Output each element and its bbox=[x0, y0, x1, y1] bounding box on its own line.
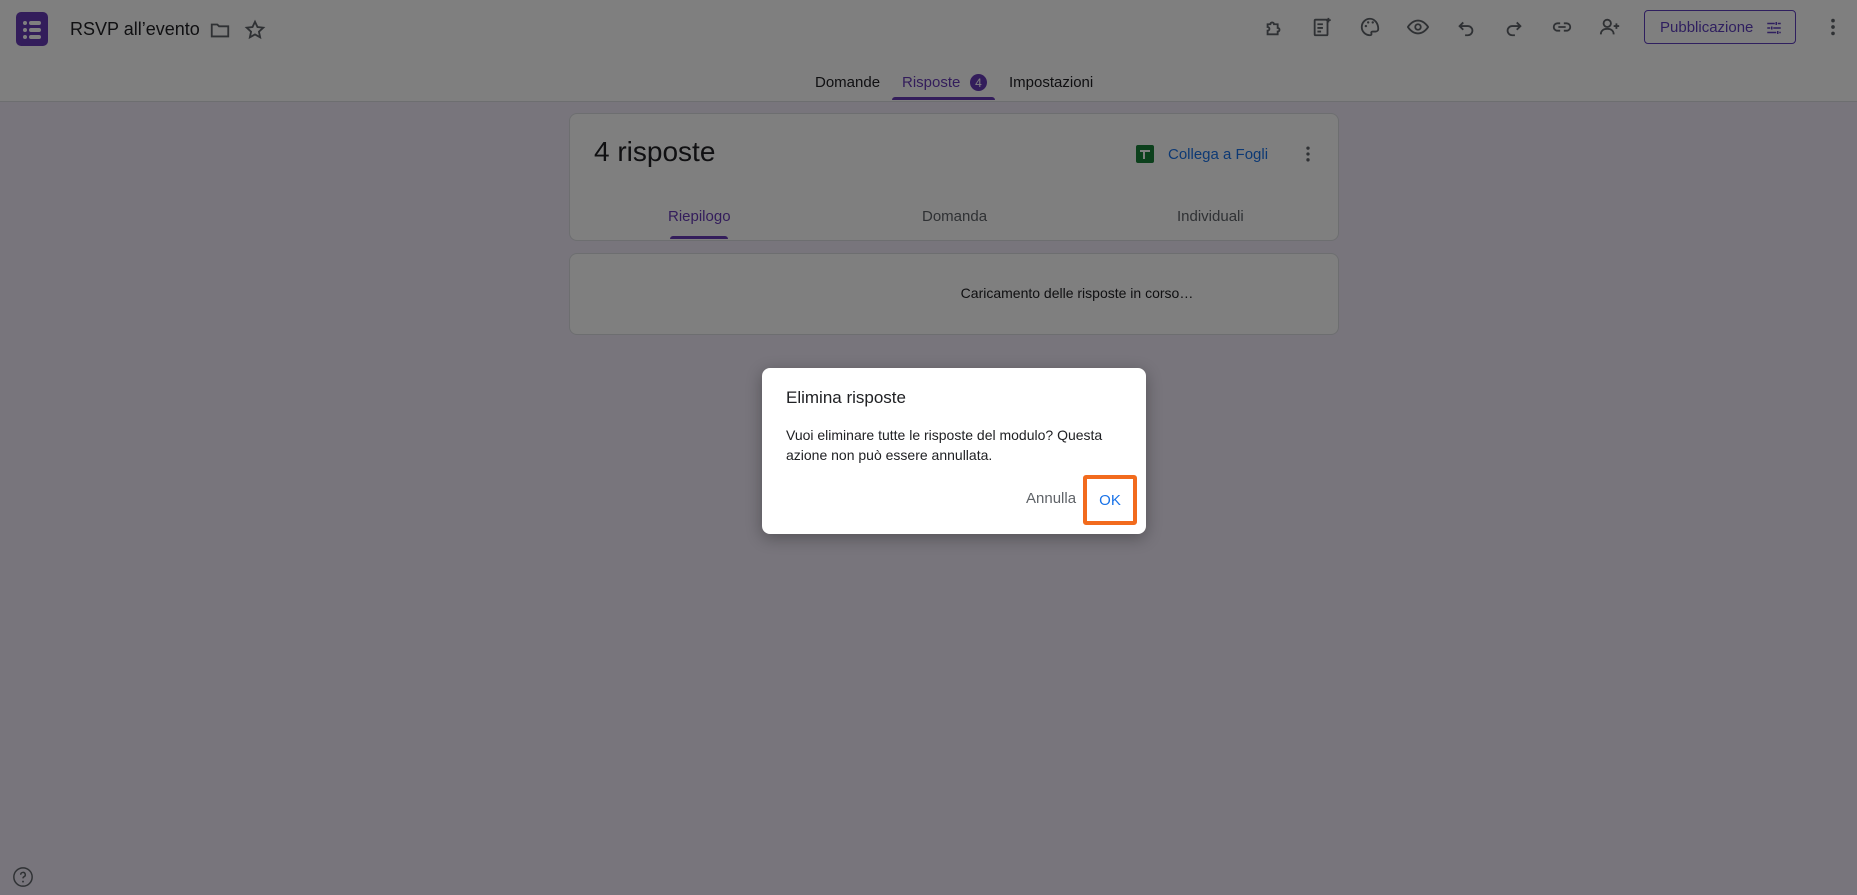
delete-responses-dialog: Elimina risposte Vuoi eliminare tutte le… bbox=[762, 368, 1146, 534]
ok-button[interactable]: OK bbox=[1083, 475, 1137, 525]
dialog-message: Vuoi eliminare tutte le risposte del mod… bbox=[786, 427, 1103, 463]
ok-label: OK bbox=[1099, 491, 1121, 509]
cancel-button[interactable]: Annulla bbox=[1026, 490, 1076, 507]
dialog-title: Elimina risposte bbox=[786, 388, 906, 407]
